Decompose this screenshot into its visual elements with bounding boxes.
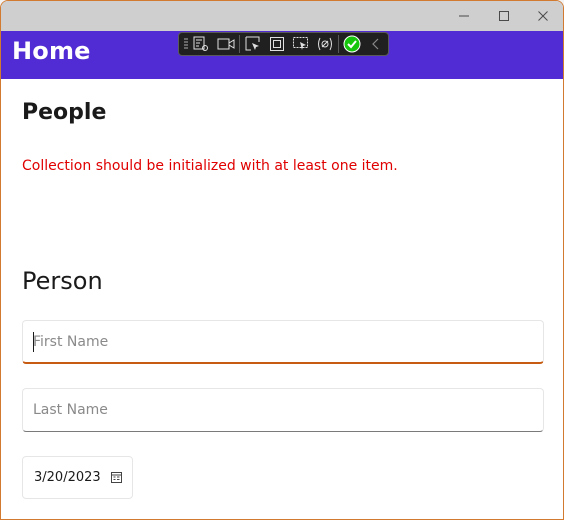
first-name-field[interactable] [22, 320, 544, 364]
drag-grip-icon[interactable] [182, 36, 189, 52]
binding-failures-icon[interactable] [313, 33, 337, 55]
select-element-icon[interactable] [241, 33, 265, 55]
last-name-input[interactable] [23, 389, 543, 431]
record-icon[interactable] [214, 33, 238, 55]
date-picker[interactable]: 3/20/2023 [22, 456, 133, 499]
close-icon [538, 11, 548, 21]
maximize-button[interactable] [484, 1, 524, 31]
content-area: People Collection should be initialized … [1, 79, 563, 519]
page-title: Home [12, 37, 91, 65]
text-caret [33, 332, 34, 352]
person-heading: Person [22, 267, 103, 295]
hot-reload-check-icon[interactable] [340, 33, 364, 55]
validation-error-message: Collection should be initialized with at… [22, 158, 398, 174]
date-value: 3/20/2023 [34, 470, 101, 485]
close-button[interactable] [523, 1, 563, 31]
calendar-icon[interactable] [111, 472, 122, 483]
title-bar[interactable] [1, 1, 563, 31]
xaml-debug-toolbar [178, 32, 389, 56]
people-heading: People [22, 100, 107, 125]
first-name-input[interactable] [23, 321, 543, 362]
track-focus-icon[interactable] [289, 33, 313, 55]
display-layout-adorners-icon[interactable] [265, 33, 289, 55]
minimize-icon [459, 15, 469, 17]
toolbar-separator [238, 35, 240, 53]
app-window: Home People Collection should be initial… [0, 0, 564, 520]
toolbar-separator [337, 35, 339, 53]
live-visual-tree-icon[interactable] [189, 33, 213, 55]
maximize-icon [499, 11, 509, 21]
last-name-field[interactable] [22, 388, 544, 432]
minimize-button[interactable] [444, 1, 484, 31]
collapse-icon[interactable] [364, 33, 388, 55]
